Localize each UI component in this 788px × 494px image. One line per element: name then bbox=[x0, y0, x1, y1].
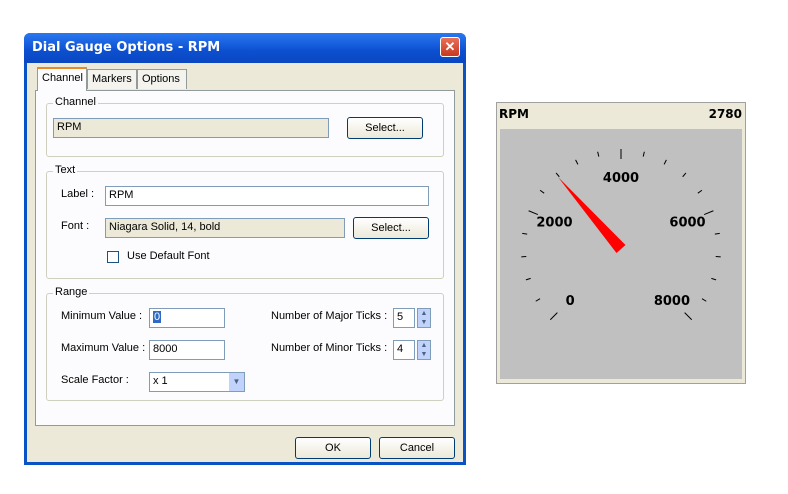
scale-factor-select[interactable]: x 1 ▼ bbox=[149, 372, 245, 392]
minor-tick bbox=[522, 232, 528, 235]
minor-tick bbox=[575, 159, 579, 165]
font-field: Niagara Solid, 14, bold bbox=[105, 218, 345, 238]
minor-tick bbox=[597, 151, 600, 157]
dial-gauge: RPM 2780 0 2000 4000 6000 8000 bbox=[496, 102, 746, 384]
spin-down-icon[interactable]: ▼ bbox=[418, 318, 430, 327]
minimum-value-input[interactable]: 0 bbox=[149, 308, 225, 328]
maximum-value-caption: Maximum Value : bbox=[61, 342, 146, 354]
minor-tick bbox=[525, 277, 531, 281]
gauge-face: 0 2000 4000 6000 8000 bbox=[500, 129, 742, 379]
gauge-tick-label: 8000 bbox=[654, 294, 690, 309]
channel-group: Channel RPM Select... bbox=[46, 96, 444, 157]
minor-ticks-input[interactable]: 4 bbox=[393, 340, 415, 360]
major-tick bbox=[549, 312, 558, 321]
major-ticks-caption: Number of Major Ticks : bbox=[271, 310, 388, 322]
gauge-tick-label: 0 bbox=[566, 294, 575, 309]
spin-down-icon[interactable]: ▼ bbox=[418, 350, 430, 359]
minor-ticks-caption: Number of Minor Ticks : bbox=[271, 342, 388, 354]
spin-up-icon[interactable]: ▲ bbox=[418, 341, 430, 350]
tab-markers[interactable]: Markers bbox=[87, 69, 137, 89]
minor-ticks-spinner[interactable]: ▲ ▼ bbox=[417, 340, 431, 360]
channel-select-button[interactable]: Select... bbox=[347, 117, 423, 139]
channel-group-legend: Channel bbox=[53, 96, 98, 108]
major-tick bbox=[703, 210, 714, 216]
use-default-font-label: Use Default Font bbox=[127, 250, 210, 262]
tab-page-channel: Channel RPM Select... Text Label : RPM F… bbox=[35, 90, 455, 426]
text-group: Text Label : RPM Font : Niagara Solid, 1… bbox=[46, 164, 444, 279]
minor-tick bbox=[682, 172, 687, 178]
channel-field: RPM bbox=[53, 118, 329, 138]
gauge-tick-label: 2000 bbox=[536, 215, 572, 230]
minor-tick bbox=[701, 298, 707, 302]
dialog-client-area: Channel Markers Options Channel RPM Sele… bbox=[27, 63, 463, 462]
dialog-title: Dial Gauge Options - RPM bbox=[32, 40, 221, 55]
title-bar[interactable]: Dial Gauge Options - RPM ✕ bbox=[24, 33, 466, 63]
range-group: Range Minimum Value : 0 Maximum Value : … bbox=[46, 286, 444, 401]
gauge-dial-svg: 0 2000 4000 6000 8000 bbox=[521, 149, 721, 321]
minor-tick bbox=[714, 232, 720, 235]
scale-factor-caption: Scale Factor : bbox=[61, 374, 129, 386]
scale-factor-value: x 1 bbox=[153, 375, 168, 387]
minor-tick bbox=[535, 298, 541, 302]
close-icon: ✕ bbox=[444, 39, 456, 54]
close-button[interactable]: ✕ bbox=[440, 37, 460, 57]
gauge-value: 2780 bbox=[708, 107, 742, 121]
range-group-legend: Range bbox=[53, 286, 90, 298]
label-caption: Label : bbox=[61, 188, 95, 200]
minor-tick bbox=[711, 277, 717, 281]
tab-options[interactable]: Options bbox=[137, 69, 187, 89]
cancel-button[interactable]: Cancel bbox=[379, 437, 455, 459]
gauge-title: RPM bbox=[499, 107, 529, 121]
dial-gauge-options-dialog: Dial Gauge Options - RPM ✕ Channel Marke… bbox=[24, 33, 466, 465]
minor-tick bbox=[555, 172, 560, 178]
gauge-tick-label: 4000 bbox=[603, 171, 639, 186]
minor-tick bbox=[663, 159, 667, 165]
minimum-value-text: 0 bbox=[153, 311, 162, 323]
minor-tick bbox=[642, 151, 645, 157]
minor-tick bbox=[697, 189, 703, 194]
major-tick bbox=[684, 312, 693, 321]
text-group-legend: Text bbox=[53, 164, 78, 176]
use-default-font-checkbox[interactable] bbox=[107, 251, 119, 263]
major-ticks-input[interactable]: 5 bbox=[393, 308, 415, 328]
font-select-button[interactable]: Select... bbox=[353, 217, 429, 239]
tab-channel[interactable]: Channel bbox=[37, 67, 87, 91]
ok-button[interactable]: OK bbox=[295, 437, 371, 459]
major-tick bbox=[528, 210, 539, 216]
font-caption: Font : bbox=[61, 220, 90, 232]
minor-tick bbox=[539, 189, 545, 194]
label-input[interactable]: RPM bbox=[105, 186, 429, 206]
minimum-value-caption: Minimum Value : bbox=[61, 310, 143, 322]
chevron-down-icon[interactable]: ▼ bbox=[228, 373, 244, 391]
spin-up-icon[interactable]: ▲ bbox=[418, 309, 430, 318]
maximum-value-input[interactable]: 8000 bbox=[149, 340, 225, 360]
gauge-tick-label: 6000 bbox=[669, 215, 705, 230]
major-ticks-spinner[interactable]: ▲ ▼ bbox=[417, 308, 431, 328]
